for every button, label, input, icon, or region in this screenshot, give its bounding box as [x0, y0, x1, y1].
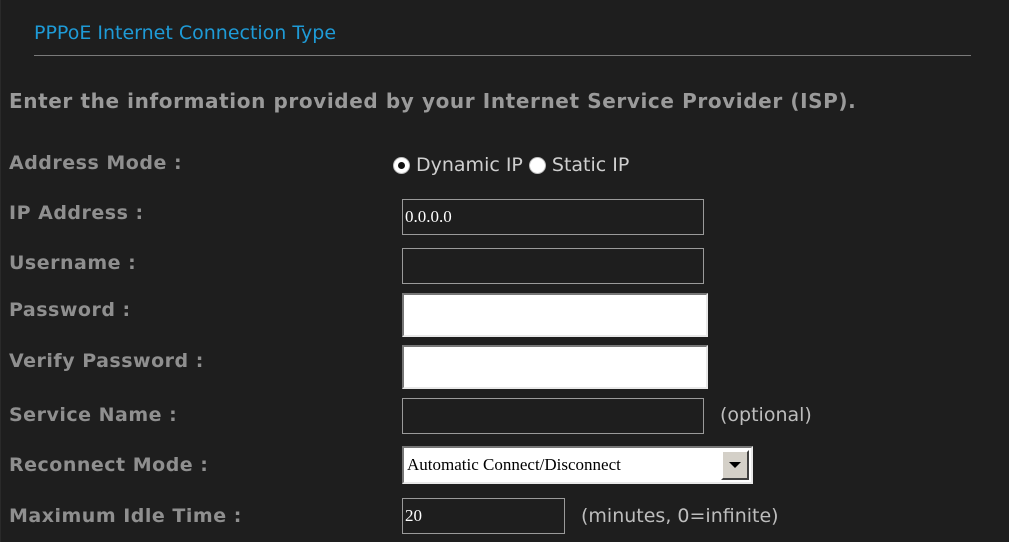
service-name-input[interactable]	[402, 398, 704, 434]
max-idle-time-input[interactable]	[402, 498, 565, 534]
verify-password-input[interactable]	[402, 345, 708, 389]
max-idle-time-hint: (minutes, 0=infinite)	[581, 505, 779, 527]
dynamic-ip-radio[interactable]	[393, 156, 410, 174]
reconnect-mode-label: Reconnect Mode :	[9, 454, 209, 476]
reconnect-mode-value: Automatic Connect/Disconnect	[407, 455, 621, 474]
chevron-down-icon	[729, 462, 741, 468]
static-ip-label: Static IP	[551, 154, 630, 176]
dropdown-arrow-button[interactable]	[721, 450, 749, 480]
password-label: Password :	[9, 299, 131, 321]
reconnect-mode-select[interactable]: Automatic Connect/Disconnect	[402, 446, 753, 484]
max-idle-time-label: Maximum Idle Time :	[9, 505, 242, 527]
ip-address-input[interactable]	[402, 199, 704, 235]
service-name-label: Service Name :	[9, 404, 178, 426]
address-mode-label: Address Mode :	[9, 152, 183, 174]
section-title: PPPoE Internet Connection Type	[34, 22, 337, 44]
pppoe-settings-panel: PPPoE Internet Connection Type Enter the…	[0, 0, 1009, 542]
static-ip-radio[interactable]	[528, 156, 546, 174]
verify-password-label: Verify Password :	[9, 350, 204, 372]
username-label: Username :	[9, 252, 137, 274]
ip-address-label: IP Address :	[9, 202, 144, 224]
password-input[interactable]	[402, 293, 708, 337]
instructions-text: Enter the information provided by your I…	[9, 89, 857, 113]
username-input[interactable]	[402, 248, 704, 284]
dynamic-ip-label: Dynamic IP	[416, 154, 523, 176]
address-mode-radio-group: Dynamic IP Static IP	[391, 150, 633, 180]
service-name-hint: (optional)	[720, 404, 812, 426]
title-divider	[34, 55, 971, 56]
